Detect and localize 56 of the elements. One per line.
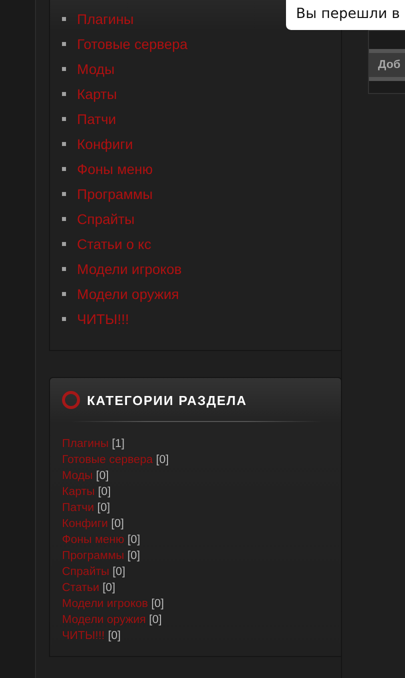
item-count: [0] xyxy=(96,470,109,482)
bullet-icon xyxy=(62,66,66,70)
menu-link[interactable]: Модели игроков xyxy=(77,260,182,276)
add-button[interactable]: Доб xyxy=(369,49,405,81)
item-count: [0] xyxy=(111,518,124,530)
category-link[interactable]: Готовые сервера xyxy=(62,454,153,466)
bullet-icon xyxy=(62,216,66,220)
ring-icon xyxy=(61,390,81,410)
category-link[interactable]: Модели игроков xyxy=(62,598,148,610)
item-count: [0] xyxy=(97,502,110,514)
bullet-icon xyxy=(62,142,66,146)
item-count: [0] xyxy=(151,598,164,610)
bullet-icon xyxy=(62,92,66,96)
bullet-icon xyxy=(62,242,66,246)
menu-link[interactable]: Фоны меню xyxy=(77,160,153,176)
category-link[interactable]: Конфиги xyxy=(62,518,108,530)
item-count: [1] xyxy=(112,438,125,450)
menu-link[interactable]: Карты xyxy=(77,86,117,102)
item-count: [0] xyxy=(102,582,116,594)
category-link[interactable]: Программы xyxy=(62,550,124,562)
notification-tooltip: Вы перешли в xyxy=(286,0,405,30)
bullet-icon xyxy=(62,42,66,46)
category-link[interactable]: Фоны меню xyxy=(62,534,124,546)
menu-link[interactable]: Моды xyxy=(77,60,115,76)
item-count: [0] xyxy=(108,630,121,642)
menu-link[interactable]: Готовые сервера xyxy=(77,36,188,52)
category-link[interactable]: Патчи xyxy=(62,502,94,514)
category-link[interactable]: Спрайты xyxy=(62,566,110,578)
menu-link[interactable]: Конфиги xyxy=(77,136,133,152)
menu-link[interactable]: Патчи xyxy=(77,110,116,126)
item-count: [0] xyxy=(127,550,140,562)
item-count: [0] xyxy=(156,454,169,466)
category-link[interactable]: Моды xyxy=(62,470,93,482)
menu-link[interactable]: Модели оружия xyxy=(77,286,180,302)
bullet-icon xyxy=(62,16,66,20)
category-link[interactable]: ЧИТЫ!!! xyxy=(62,630,105,642)
bullet-icon xyxy=(62,266,66,270)
category-link[interactable]: Статьи xyxy=(62,582,100,594)
category-link[interactable]: Плагины xyxy=(62,438,109,450)
bullet-icon xyxy=(62,316,66,320)
category-link[interactable]: Модели оружия xyxy=(62,614,146,626)
menu-link[interactable]: Плагины xyxy=(77,10,134,26)
item-count: [0] xyxy=(149,614,162,626)
menu-link[interactable]: Спрайты xyxy=(77,210,135,226)
panel-title: КАТЕГОРИИ РАЗДЕЛА xyxy=(87,392,248,408)
item-count: [0] xyxy=(112,566,126,578)
menu-link[interactable]: ЧИТЫ!!! xyxy=(77,310,130,326)
menu-link[interactable]: Статьи о кс xyxy=(77,236,152,252)
menu-link[interactable]: Программы xyxy=(77,186,153,202)
bullet-icon xyxy=(62,116,66,120)
bullet-icon xyxy=(62,292,66,296)
bullet-icon xyxy=(62,192,66,196)
item-count: [0] xyxy=(98,486,111,498)
category-link[interactable]: Карты xyxy=(62,486,95,498)
bullet-icon xyxy=(62,166,66,170)
item-count: [0] xyxy=(127,534,140,546)
